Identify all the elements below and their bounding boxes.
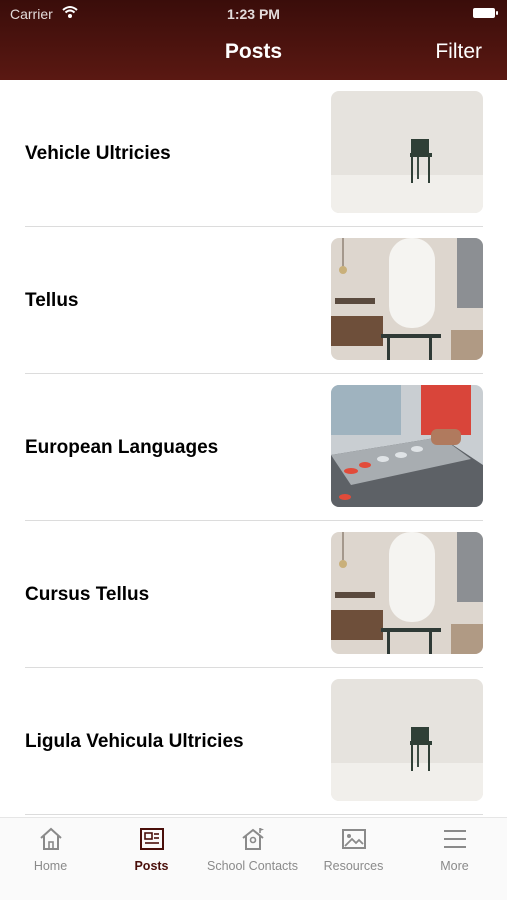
post-title: European Languages — [25, 436, 219, 458]
posts-list: Vehicle Ultricies Tellus European Langua… — [0, 80, 507, 815]
status-time: 1:23 PM — [227, 6, 280, 22]
post-row[interactable]: Vehicle Ultricies — [25, 80, 483, 227]
tab-resources[interactable]: Resources — [303, 826, 404, 873]
header-bar: Carrier 1:23 PM Posts Filter — [0, 0, 507, 80]
tab-bar: Home Posts School Contacts Resources Mor… — [0, 817, 507, 900]
post-title: Ligula Vehicula Ultricies — [25, 730, 244, 752]
tab-label: Home — [33, 859, 68, 873]
home-icon — [0, 826, 101, 855]
post-title: Cursus Tellus — [25, 583, 150, 605]
post-title: Tellus — [25, 289, 79, 311]
post-row[interactable]: Cursus Tellus — [25, 521, 483, 668]
cafe-interior-photo — [331, 532, 483, 654]
arcade-game-photo — [331, 385, 483, 507]
chair-photo — [331, 91, 483, 213]
hamburger-menu-icon — [404, 826, 505, 855]
page-title: Posts — [224, 40, 283, 63]
post-row[interactable]: Tellus — [25, 227, 483, 374]
filter-button[interactable]: Filter — [435, 40, 482, 64]
cafe-interior-photo — [331, 238, 483, 360]
tab-more[interactable]: More — [404, 826, 505, 873]
tab-label: Resources — [323, 859, 384, 873]
post-title: Vehicle Ultricies — [25, 142, 171, 164]
tab-label: Posts — [134, 859, 169, 873]
tab-label: School Contacts — [206, 859, 299, 873]
battery-icon — [473, 8, 498, 18]
tab-home[interactable]: Home — [0, 826, 101, 873]
post-row[interactable]: Ligula Vehicula Ultricies — [25, 668, 483, 815]
post-row[interactable]: European Languages — [25, 374, 483, 521]
image-icon — [303, 826, 404, 855]
status-bar: Carrier 1:23 PM — [0, 6, 507, 22]
newspaper-icon — [101, 826, 202, 855]
tab-posts[interactable]: Posts — [101, 826, 202, 873]
chair-photo — [331, 679, 483, 801]
tab-school-contacts[interactable]: School Contacts — [202, 826, 303, 873]
school-house-icon — [202, 826, 303, 855]
tab-label: More — [440, 859, 469, 873]
